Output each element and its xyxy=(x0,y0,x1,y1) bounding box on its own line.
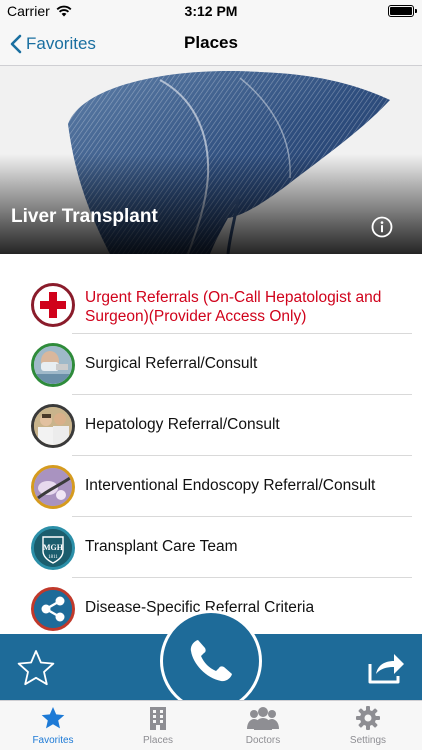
call-button[interactable] xyxy=(160,610,262,712)
mgh-logo-year: 1811 xyxy=(48,555,58,560)
surgeon-photo xyxy=(31,343,75,387)
battery-icon xyxy=(388,5,417,17)
star-icon xyxy=(41,707,65,729)
list-item-label: Hepatology Referral/Consult xyxy=(85,416,280,433)
share-icon[interactable] xyxy=(366,650,406,686)
nav-bar: Favorites Places xyxy=(0,22,422,66)
red-cross-icon xyxy=(31,283,75,327)
doctors-photo xyxy=(31,404,75,448)
tab-label: Settings xyxy=(349,735,387,746)
list-item-label: Transplant Care Team xyxy=(85,538,238,555)
list-item[interactable]: Interventional Endoscopy Referral/Consul… xyxy=(0,456,422,517)
list-item[interactable]: Urgent Referrals (On-Call Hepatologist a… xyxy=(0,254,422,334)
hero-banner: Liver Transplant xyxy=(0,66,422,254)
tab-settings[interactable]: Settings xyxy=(323,705,413,749)
status-time: 3:12 PM xyxy=(184,3,238,19)
building-icon xyxy=(150,707,166,730)
hero-title: Liver Transplant xyxy=(11,206,158,227)
tab-label: Favorites xyxy=(32,735,74,746)
list-item-label: Interventional Endoscopy Referral/Consul… xyxy=(85,477,376,494)
list-item[interactable]: Surgical Referral/Consult xyxy=(0,334,422,395)
info-icon[interactable] xyxy=(371,216,393,238)
tab-label: Places xyxy=(142,735,173,746)
tab-label: Doctors xyxy=(245,735,281,746)
mgh-logo-text: MGH xyxy=(43,543,64,552)
list-item-label: Surgical Referral/Consult xyxy=(85,355,258,372)
list-item[interactable]: Hepatology Referral/Consult xyxy=(0,395,422,456)
endoscopy-photo xyxy=(31,465,75,509)
phone-icon xyxy=(190,640,232,682)
tab-bar: Favorites Places Doctors Settings xyxy=(0,700,422,750)
mgh-logo: MGH 1811 xyxy=(31,526,75,570)
gear-icon xyxy=(356,706,380,730)
list-item[interactable]: MGH 1811 Transplant Care Team xyxy=(0,517,422,578)
places-list: Urgent Referrals (On-Call Hepatologist a… xyxy=(0,254,422,639)
status-bar: Carrier 3:12 PM xyxy=(0,0,422,22)
hero-shade xyxy=(0,154,422,254)
tab-doctors[interactable]: Doctors xyxy=(218,705,308,749)
people-icon xyxy=(247,707,279,730)
share-network-icon xyxy=(31,587,75,631)
tab-favorites[interactable]: Favorites xyxy=(8,705,98,749)
tab-places[interactable]: Places xyxy=(113,705,203,749)
list-item-label: Disease-Specific Referral Criteria xyxy=(85,599,315,616)
star-outline-icon[interactable] xyxy=(16,648,56,688)
page-title: Places xyxy=(184,33,238,52)
list-item-label: Urgent Referrals (On-Call Hepatologist a… xyxy=(85,289,382,325)
